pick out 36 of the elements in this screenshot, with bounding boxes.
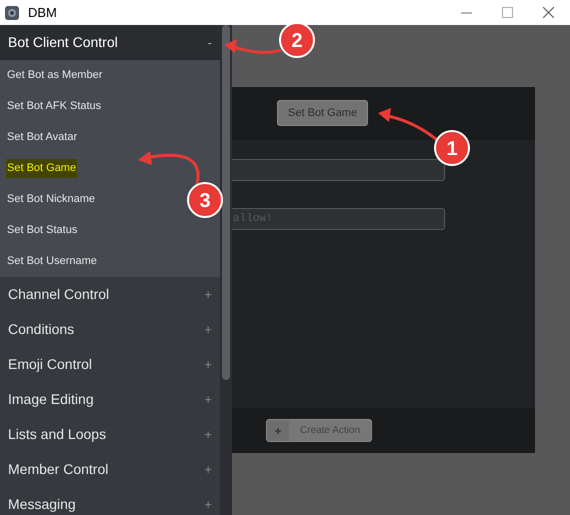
- toggle-sign[interactable]: -: [208, 32, 212, 52]
- category-label: Conditions: [8, 320, 74, 339]
- category-label: Bot Client Control: [8, 33, 118, 52]
- category-label: Lists and Loops: [8, 425, 106, 444]
- maximize-icon[interactable]: [502, 7, 513, 18]
- category-header[interactable]: Bot Client Control -: [0, 25, 220, 60]
- annotation-arrow: [378, 108, 438, 142]
- category-header[interactable]: Lists and Loops +: [0, 417, 220, 452]
- action-item[interactable]: Set Bot Status: [6, 221, 78, 240]
- input-field[interactable]: [232, 159, 445, 181]
- action-item[interactable]: Set Bot Game: [6, 159, 78, 178]
- step-number-badge: 3: [187, 182, 223, 218]
- category-label: Messaging: [8, 495, 76, 514]
- action-item[interactable]: Set Bot Username: [6, 252, 98, 271]
- scrollbar-thumb[interactable]: [222, 25, 230, 380]
- step-number-badge: 1: [434, 130, 470, 166]
- scrollbar[interactable]: [220, 25, 232, 515]
- close-icon[interactable]: [543, 7, 554, 18]
- category-header[interactable]: Messaging +: [0, 487, 220, 515]
- category-header[interactable]: Member Control +: [0, 452, 220, 487]
- step-number-badge: 2: [279, 22, 315, 58]
- category-header[interactable]: Emoji Control +: [0, 347, 220, 382]
- window-title: DBM: [28, 4, 57, 22]
- action-item[interactable]: Get Bot as Member: [6, 66, 104, 85]
- annotation-arrow: [224, 39, 282, 54]
- action-item[interactable]: Set Bot Nickname: [6, 190, 96, 209]
- category-label: Emoji Control: [8, 355, 92, 374]
- action-item[interactable]: Set Bot AFK Status: [6, 97, 102, 116]
- category-header[interactable]: Image Editing +: [0, 382, 220, 417]
- category-label: Channel Control: [8, 285, 110, 304]
- category-label: Image Editing: [8, 390, 94, 409]
- action-item[interactable]: Set Bot Avatar: [6, 128, 78, 147]
- category-header[interactable]: Channel Control +: [0, 277, 220, 312]
- category-header[interactable]: Conditions +: [0, 312, 220, 347]
- category-label: Member Control: [8, 460, 108, 479]
- annotation-arrow: [138, 151, 200, 184]
